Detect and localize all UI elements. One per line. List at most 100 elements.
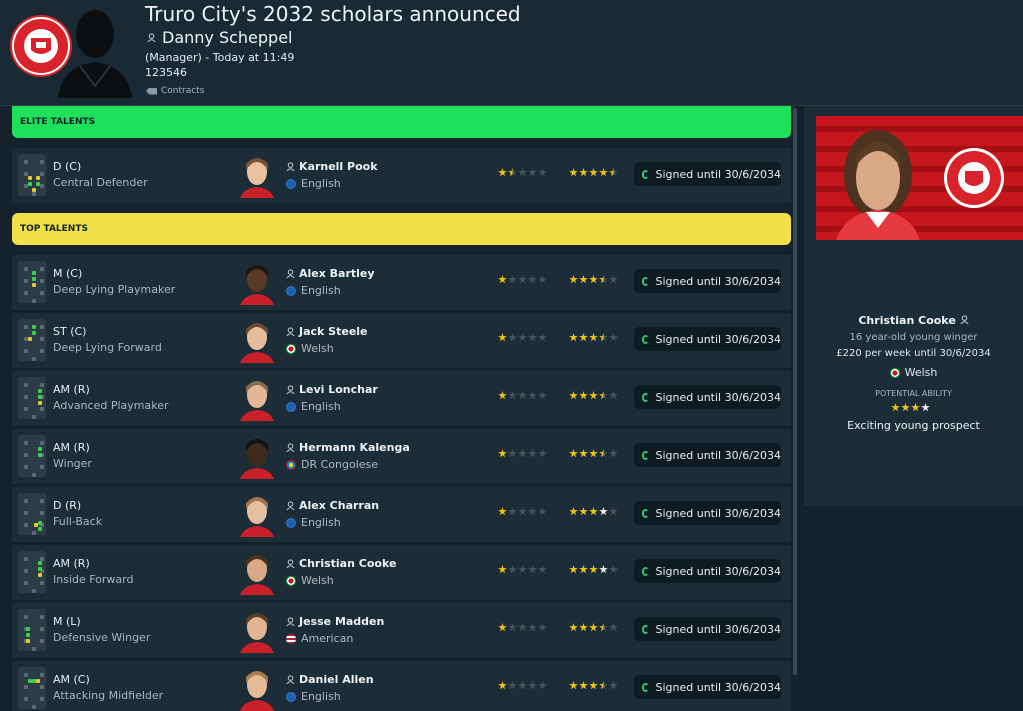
- player-name-link[interactable]: Alex Bartley: [286, 267, 375, 280]
- nationality-text: English: [301, 516, 341, 529]
- star-icon: [599, 391, 608, 400]
- star-icon: [579, 565, 588, 574]
- star-icon: [518, 333, 527, 342]
- star-icon: [569, 565, 578, 574]
- player-face[interactable]: [238, 433, 276, 479]
- person-icon: [286, 162, 295, 171]
- player-row[interactable]: D (R) Full-Back Alex Charran English Signed …: [12, 487, 791, 542]
- star-icon: [579, 449, 588, 458]
- star-icon: [508, 168, 517, 177]
- player-name-link[interactable]: Hermann Kalenga: [286, 441, 410, 454]
- player-name-link[interactable]: Jack Steele: [286, 325, 368, 338]
- star-icon: [599, 275, 608, 284]
- contract-status-button[interactable]: Signed until 30/6/2034: [634, 559, 781, 583]
- position-pitch-icon: [18, 493, 46, 535]
- player-name-link[interactable]: Jesse Madden: [286, 615, 384, 628]
- contract-status-button[interactable]: Signed until 30/6/2034: [634, 675, 781, 699]
- player-name-link[interactable]: Daniel Allen: [286, 673, 374, 686]
- contract-status-button[interactable]: Signed until 30/6/2034: [634, 162, 781, 186]
- player-face[interactable]: [238, 549, 276, 595]
- contract-status-button[interactable]: Signed until 30/6/2034: [634, 385, 781, 409]
- star-icon: [921, 403, 930, 412]
- player-nationality: English: [286, 516, 341, 529]
- player-nationality: English: [286, 284, 341, 297]
- star-icon: [508, 623, 517, 632]
- person-icon: [286, 675, 295, 684]
- star-icon: [589, 449, 598, 458]
- flag-icon: [286, 575, 296, 586]
- player-row[interactable]: AM (R) Advanced Playmaker Levi Lonchar Engl…: [12, 371, 791, 426]
- star-icon: [528, 623, 537, 632]
- list-scrollbar[interactable]: [793, 108, 797, 675]
- current-ability-stars: [498, 275, 547, 284]
- nationality-text: English: [301, 690, 341, 703]
- tag-icon: [146, 87, 157, 95]
- position-pitch-icon: [18, 551, 46, 593]
- player-row[interactable]: AM (R) Winger Hermann Kalenga DR Congolese S…: [12, 429, 791, 484]
- position-pitch-icon: [18, 435, 46, 477]
- player-face[interactable]: [238, 665, 276, 711]
- panel-player-name[interactable]: Christian Cooke: [804, 314, 1023, 327]
- player-name-link[interactable]: Christian Cooke: [286, 557, 396, 570]
- contracts-tag[interactable]: Contracts: [146, 86, 204, 96]
- player-face[interactable]: [238, 607, 276, 653]
- position-pitch-icon: [18, 319, 46, 361]
- player-name-link[interactable]: Levi Lonchar: [286, 383, 378, 396]
- panel-name-text: Christian Cooke: [858, 314, 956, 327]
- star-icon: [508, 507, 517, 516]
- nationality-text: English: [301, 400, 341, 413]
- player-nationality: English: [286, 177, 341, 190]
- contract-status-button[interactable]: Signed until 30/6/2034: [634, 443, 781, 467]
- current-ability-stars: [498, 507, 547, 516]
- star-icon: [589, 623, 598, 632]
- contract-text: Signed until 30/6/2034: [655, 506, 781, 520]
- current-ability-stars: [498, 391, 547, 400]
- player-role: Inside Forward: [53, 573, 134, 586]
- contract-status-button[interactable]: Signed until 30/6/2034: [634, 269, 781, 293]
- flag-icon: [286, 178, 296, 189]
- star-icon: [599, 449, 608, 458]
- star-icon: [579, 168, 588, 177]
- star-icon: [498, 391, 507, 400]
- player-row[interactable]: AM (C) Attacking Midfielder Daniel Allen En…: [12, 661, 791, 711]
- potential-ability-stars: [569, 681, 618, 690]
- contract-status-button[interactable]: Signed until 30/6/2034: [634, 617, 781, 641]
- player-face[interactable]: [238, 259, 276, 305]
- player-row[interactable]: M (C) Deep Lying Playmaker Alex Bartley Eng…: [12, 255, 791, 310]
- star-icon: [609, 391, 618, 400]
- player-nationality: English: [286, 690, 341, 703]
- player-name-link[interactable]: Alex Charran: [286, 499, 379, 512]
- star-icon: [609, 565, 618, 574]
- star-icon: [518, 275, 527, 284]
- current-ability-stars: [498, 168, 547, 177]
- player-row[interactable]: AM (R) Inside Forward Christian Cooke Welsh…: [12, 545, 791, 600]
- author-link[interactable]: Danny Scheppel: [147, 28, 293, 47]
- current-ability-stars: [498, 681, 547, 690]
- nationality-text: English: [301, 284, 341, 297]
- player-name-link[interactable]: Karnell Pook: [286, 160, 378, 173]
- star-icon: [528, 565, 537, 574]
- star-icon: [609, 623, 618, 632]
- star-icon: [538, 333, 547, 342]
- section-header-top: TOP TALENTS: [12, 213, 791, 245]
- star-icon: [508, 275, 517, 284]
- contract-status-button[interactable]: Signed until 30/6/2034: [634, 501, 781, 525]
- contract-text: Signed until 30/6/2034: [655, 167, 781, 181]
- contract-text: Signed until 30/6/2034: [655, 448, 781, 462]
- player-face[interactable]: [238, 375, 276, 421]
- player-face[interactable]: [238, 317, 276, 363]
- contract-status-button[interactable]: Signed until 30/6/2034: [634, 327, 781, 351]
- player-face[interactable]: [238, 152, 276, 198]
- player-row[interactable]: M (L) Defensive Winger Jesse Madden America…: [12, 603, 791, 658]
- star-icon: [498, 168, 507, 177]
- player-row[interactable]: D (C) Central Defender Karnell Pook English…: [12, 148, 791, 203]
- player-face[interactable]: [238, 491, 276, 537]
- player-row[interactable]: ST (C) Deep Lying Forward Jack Steele Welsh…: [12, 313, 791, 368]
- star-icon: [589, 681, 598, 690]
- nationality-text: DR Congolese: [301, 458, 379, 471]
- star-icon: [508, 391, 517, 400]
- nationality-text: Welsh: [301, 342, 334, 355]
- star-icon: [569, 623, 578, 632]
- section-header-elite: ELITE TALENTS: [12, 106, 791, 138]
- scholar-list[interactable]: ELITE TALENTS D (C) Central Defender Karnel…: [12, 106, 791, 711]
